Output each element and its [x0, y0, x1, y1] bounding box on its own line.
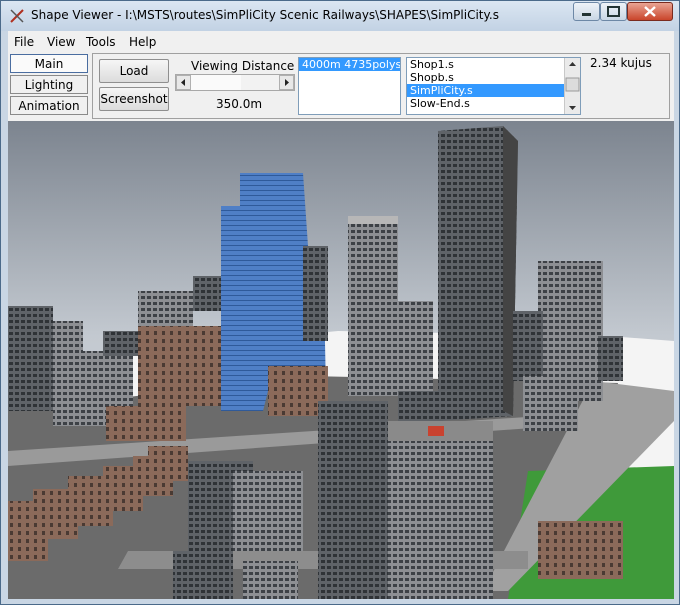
- viewing-distance-slider[interactable]: [175, 74, 295, 91]
- window-title: Shape Viewer - I:\MSTS\routes\SimPliCity…: [31, 8, 499, 22]
- building: [243, 561, 298, 599]
- building: [393, 301, 433, 391]
- load-shape-button[interactable]: Load Shape: [99, 59, 169, 100]
- title-bar: Shape Viewer - I:\MSTS\routes\SimPliCity…: [1, 1, 679, 31]
- shape-list-item[interactable]: Shopb.s: [407, 71, 580, 84]
- building: [8, 306, 53, 411]
- building: [173, 551, 233, 599]
- maximize-button[interactable]: [600, 2, 627, 21]
- menu-bar: File View Tools Help: [8, 31, 674, 53]
- maximize-icon: [607, 6, 620, 17]
- close-icon: [644, 6, 656, 17]
- helipad-mark: [428, 426, 444, 436]
- scrollbar-arrows-icon: [565, 62, 580, 110]
- tab-animation[interactable]: Animation: [10, 96, 88, 115]
- building: [103, 331, 138, 356]
- building: [513, 311, 543, 381]
- viewing-distance-value: 350.0m: [216, 97, 263, 111]
- building: [303, 246, 328, 341]
- tab-main[interactable]: Main: [10, 54, 88, 73]
- menu-tools[interactable]: Tools: [86, 35, 116, 49]
- shape-viewer-window: Shape Viewer - I:\MSTS\routes\SimPliCity…: [0, 0, 680, 605]
- foreground-building: [318, 401, 388, 599]
- building: [106, 406, 186, 441]
- building: [233, 471, 303, 551]
- building: [523, 376, 578, 431]
- building: [138, 326, 223, 406]
- screenshot-button[interactable]: Screenshot: [99, 87, 169, 111]
- building: [598, 336, 623, 381]
- shape-list-scrollbar[interactable]: [564, 58, 580, 114]
- slider-thumb-area: [191, 75, 241, 90]
- lod-list-item[interactable]: 4000m 4735polys: [299, 58, 400, 71]
- building: [193, 276, 223, 311]
- minimize-button[interactable]: [573, 2, 600, 21]
- menu-help[interactable]: Help: [129, 35, 156, 49]
- arrow-left-icon: [181, 79, 185, 86]
- menu-view[interactable]: View: [47, 35, 75, 49]
- shape-list-item-selected[interactable]: SimPliCity.s: [407, 84, 580, 97]
- minimize-icon: [582, 13, 591, 16]
- shape-list-item[interactable]: Slow-End.s: [407, 97, 580, 110]
- building: [148, 446, 188, 481]
- toolbar-panel: Main Lighting Animation Load Shape Scree…: [8, 53, 674, 121]
- shape-viewer-app-icon: [10, 9, 24, 23]
- building: [138, 291, 193, 331]
- close-button[interactable]: [627, 2, 673, 21]
- menu-file[interactable]: File: [14, 35, 34, 49]
- lod-list[interactable]: 4000m 4735polys: [298, 57, 401, 115]
- tab-lighting[interactable]: Lighting: [10, 75, 88, 94]
- building: [398, 391, 443, 421]
- viewing-distance-label: Viewing Distance: [191, 59, 295, 73]
- brick-house: [538, 521, 623, 579]
- arrow-right-icon: [285, 79, 289, 86]
- slider-left-arrow[interactable]: [176, 75, 191, 90]
- memory-count: 2.34 kujus: [590, 56, 652, 70]
- foreground-building-helipad: [388, 421, 493, 599]
- slider-right-arrow[interactable]: [279, 75, 294, 90]
- main-controls-group: Load Shape Screenshot Viewing Distance 3…: [92, 53, 670, 119]
- round-tower: [348, 216, 398, 396]
- city-scene: [8, 121, 674, 599]
- 3d-viewport[interactable]: [8, 121, 674, 599]
- shape-list[interactable]: Shop1.s Shopb.s SimPliCity.s Slow-End.s: [406, 57, 581, 115]
- shape-list-item[interactable]: Shop1.s: [407, 58, 580, 71]
- tower-top: [348, 216, 398, 224]
